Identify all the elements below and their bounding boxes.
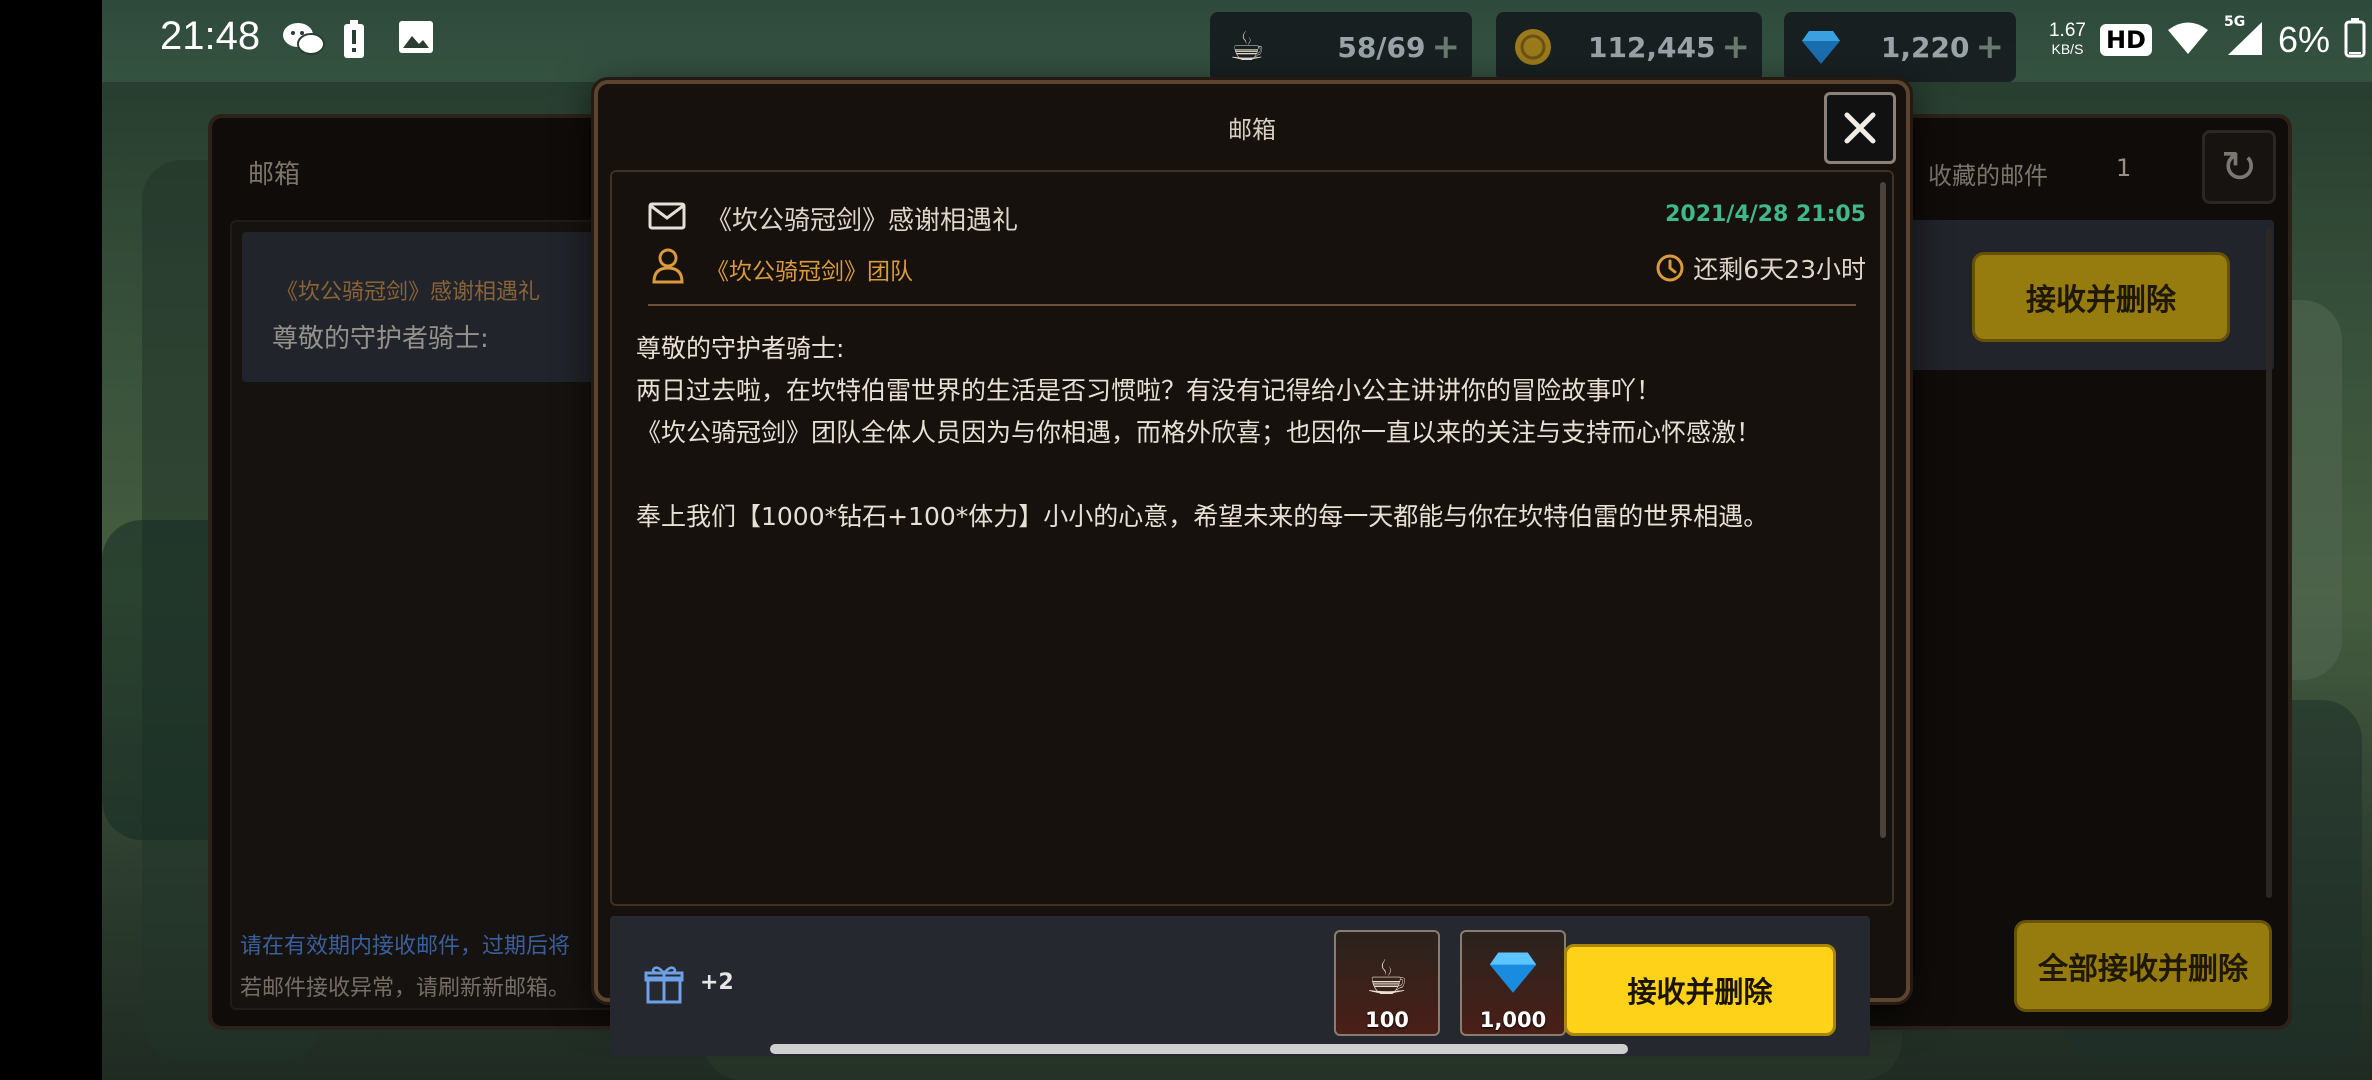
reward-qty: 1,000 — [1479, 1008, 1547, 1032]
time-remaining-text: 还剩6天23小时 — [1693, 255, 1866, 284]
reward-qty: 100 — [1365, 1008, 1409, 1032]
gold-value: 112,445 — [1587, 30, 1716, 64]
header-divider — [648, 304, 1856, 306]
network-type-label: 5G — [2223, 14, 2246, 30]
hd-badge: HD — [2099, 24, 2152, 56]
gold-coin-icon — [1506, 20, 1560, 74]
mail-subject: 《坎公骑冠剑》感谢相遇礼 — [706, 206, 1019, 236]
battery-alert-icon — [342, 20, 366, 69]
coffee-cup-icon: ☕ — [1229, 24, 1265, 70]
body-line: 《坎公骑冠剑》团队全体人员因为与你相遇，而格外欣喜；也因你一直以来的关注与支持而… — [636, 418, 1762, 447]
gift-count: +2 — [700, 970, 734, 995]
status-time: 21:48 — [160, 14, 261, 58]
speed-value: 1.67 — [2048, 20, 2086, 41]
battery-icon — [2344, 18, 2366, 62]
status-right: 1.67 KB/S HD 5G 6% — [2049, 12, 2366, 68]
mail-sender-row: 《坎公骑冠剑》团队 还剩6天23小时 — [648, 246, 1866, 286]
reward-item-diamond[interactable]: 1,000 — [1460, 930, 1566, 1036]
mail-sender: 《坎公骑冠剑》团队 — [706, 259, 913, 285]
clock-icon — [1656, 254, 1684, 282]
receive-delete-button[interactable]: 接收并删除 — [1564, 944, 1836, 1036]
body-line — [636, 454, 1856, 496]
battery-percent: 6% — [2277, 19, 2330, 60]
network-speed: 1.67 KB/S — [2048, 20, 2086, 58]
speed-unit: KB/S — [2051, 41, 2084, 57]
coffee-cup-icon: ☕ — [1365, 950, 1409, 1006]
gem-value: 1,220 — [1880, 30, 1970, 64]
gem-counter: 1,220 + — [1784, 12, 2016, 82]
attachment-bar: +2 ☕ 100 1,000 接收并删除 — [610, 916, 1870, 1056]
mail-body: 尊敬的守护者骑士: 两日过去啦，在坎特伯雷世界的生活是否习惯啦？有没有记得给小公… — [636, 328, 1856, 538]
home-indicator[interactable] — [770, 1044, 1628, 1054]
gallery-icon — [398, 20, 434, 63]
body-line: 奉上我们【1000*钻石+100*体力】小小的心意，希望未来的每一天都能与你在坎… — [636, 502, 1769, 531]
gift-icon — [644, 966, 684, 1004]
mail-date: 2021/4/28 21:05 — [1665, 202, 1866, 227]
mail-detail-modal: 邮箱 《坎公骑冠剑》感谢相遇礼 2021/4/28 21:05 《坎公骑冠剑》团… — [594, 80, 1910, 1056]
modal-title: 邮箱 — [1228, 116, 1276, 144]
mail-scrollbar[interactable] — [1880, 182, 1886, 838]
diamond-icon — [1462, 950, 1564, 1006]
reward-item-stamina[interactable]: ☕ 100 — [1334, 930, 1440, 1036]
stamina-add-button[interactable]: + — [1432, 27, 1473, 67]
wechat-icon — [282, 20, 326, 67]
gold-counter: 112,445 + — [1496, 12, 1762, 82]
gem-add-button[interactable]: + — [1976, 27, 2017, 67]
time-remaining: 还剩6天23小时 — [1655, 250, 1866, 286]
close-icon — [1844, 112, 1876, 144]
cellular-signal-icon: 5G — [2224, 14, 2264, 60]
stamina-counter: ☕ 58/69 + — [1210, 12, 1472, 82]
left-black-bar — [0, 0, 102, 1080]
person-icon — [652, 248, 684, 284]
body-line: 两日过去啦，在坎特伯雷世界的生活是否习惯啦？有没有记得给小公主讲讲你的冒险故事吖… — [636, 376, 1662, 405]
envelope-icon — [648, 202, 686, 230]
close-button[interactable] — [1824, 92, 1896, 164]
stamina-value: 58/69 — [1337, 30, 1426, 64]
diamond-icon — [1794, 20, 1848, 74]
gold-add-button[interactable]: + — [1722, 27, 1763, 67]
mail-content-area: 《坎公骑冠剑》感谢相遇礼 2021/4/28 21:05 《坎公骑冠剑》团队 还… — [610, 170, 1894, 906]
body-line: 尊敬的守护者骑士: — [636, 334, 845, 363]
mail-header-row: 《坎公骑冠剑》感谢相遇礼 2021/4/28 21:05 — [648, 196, 1866, 236]
wifi-icon — [2166, 21, 2210, 59]
